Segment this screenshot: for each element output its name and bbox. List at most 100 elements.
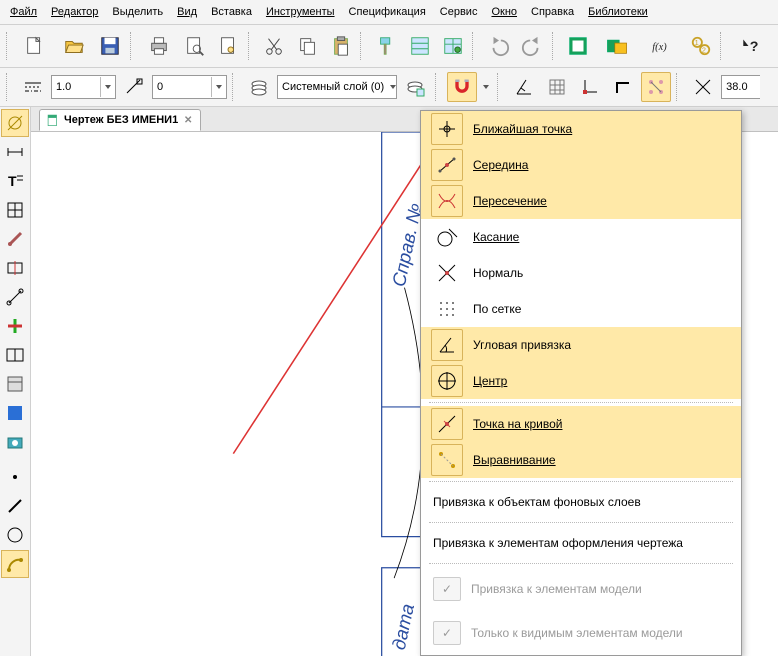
tool-plus[interactable] (1, 312, 29, 340)
svg-text:f(x): f(x) (652, 42, 667, 53)
preview-button[interactable] (180, 30, 211, 62)
toolbar-grip[interactable] (552, 32, 559, 60)
snap-normal[interactable]: Нормаль (421, 255, 741, 291)
sync-button[interactable]: 12 (685, 30, 716, 62)
offset-input[interactable] (153, 81, 211, 93)
tool-param[interactable] (1, 254, 29, 282)
menu-spec[interactable]: Спецификация (343, 4, 432, 20)
snap-tangent[interactable]: Касание (421, 219, 741, 255)
cut-button[interactable] (259, 30, 290, 62)
page-button[interactable] (213, 30, 244, 62)
print-button[interactable] (141, 30, 178, 62)
snap-alignment[interactable]: Выравнивание (421, 442, 741, 478)
toolbar-grip[interactable] (130, 32, 137, 60)
menu-view[interactable]: Вид (171, 4, 203, 20)
menu-service[interactable]: Сервис (434, 4, 484, 20)
toolbar-grip[interactable] (435, 73, 442, 101)
tool-point[interactable] (1, 463, 29, 491)
tool-blue[interactable] (1, 399, 29, 427)
grid-button[interactable] (542, 72, 572, 102)
snap-center[interactable]: Центр (421, 363, 741, 399)
copy-button[interactable] (292, 30, 323, 62)
tool-camera[interactable] (1, 428, 29, 456)
toolbar-grip[interactable] (720, 32, 727, 60)
fx-button[interactable]: f(x) (640, 30, 683, 62)
angle-input[interactable] (722, 81, 760, 93)
snap-dropdown-arrow[interactable] (480, 85, 492, 89)
offset-combo[interactable] (152, 75, 227, 99)
toolbar-grip[interactable] (6, 32, 13, 60)
menu-tools[interactable]: Инструменты (260, 4, 341, 20)
snap-angular[interactable]: Угловая привязка (421, 327, 741, 363)
tool-edit[interactable] (1, 225, 29, 253)
snap-nearest[interactable]: Ближайшая точка (421, 111, 741, 147)
open-button[interactable] (56, 30, 93, 62)
angle-combo[interactable] (721, 75, 760, 99)
toolbar-grip[interactable] (497, 73, 504, 101)
tool-spec[interactable] (1, 341, 29, 369)
snap-grid-icon (431, 293, 463, 325)
tool-line[interactable] (1, 492, 29, 520)
linetype-button[interactable] (18, 72, 48, 102)
close-icon[interactable]: ✕ (182, 114, 194, 126)
properties-button[interactable] (404, 30, 435, 62)
ortho-button[interactable] (608, 72, 638, 102)
snap-tangent-icon (431, 221, 463, 253)
snap-point-on-curve[interactable]: Точка на кривой (421, 406, 741, 442)
save-button[interactable] (95, 30, 126, 62)
library-manager-button[interactable] (562, 30, 593, 62)
lineweight-input[interactable] (52, 81, 100, 93)
format-paint-button[interactable] (371, 30, 402, 62)
menu-help[interactable]: Справка (525, 4, 580, 20)
library-button[interactable] (596, 30, 639, 62)
new-button[interactable] (17, 30, 54, 62)
tool-report[interactable] (1, 370, 29, 398)
menu-edit[interactable]: Редактор (45, 4, 104, 20)
layer-combo[interactable]: Системный слой (0) (277, 75, 397, 99)
chevron-down-icon[interactable] (211, 77, 226, 97)
vars-button[interactable] (437, 30, 468, 62)
menu-select[interactable]: Выделить (106, 4, 169, 20)
perp-button[interactable] (509, 72, 539, 102)
tool-dimension[interactable] (1, 138, 29, 166)
redo-button[interactable] (516, 30, 547, 62)
tool-arc[interactable] (1, 550, 29, 578)
undo-button[interactable] (483, 30, 514, 62)
menu-window[interactable]: Окно (485, 4, 523, 20)
cross-button[interactable] (688, 72, 718, 102)
toolbar-grip[interactable] (360, 32, 367, 60)
snap-bg-layers[interactable]: Привязка к объектам фоновых слоев (421, 485, 741, 519)
toolbar-grip[interactable] (248, 32, 255, 60)
snap-toggle-button[interactable] (447, 72, 477, 102)
tool-measure[interactable] (1, 283, 29, 311)
toolbar-grip[interactable] (676, 73, 683, 101)
document-tab[interactable]: Чертеж БЕЗ ИМЕНИ1 ✕ (39, 109, 201, 131)
toolbar-grip[interactable] (232, 73, 239, 101)
snap-grid[interactable]: По сетке (421, 291, 741, 327)
tool-text[interactable]: T (1, 167, 29, 195)
toolbar-grip[interactable] (6, 73, 13, 101)
tool-circle[interactable] (1, 521, 29, 549)
chevron-down-icon[interactable] (390, 85, 396, 89)
layers-button[interactable] (244, 72, 274, 102)
layer-manager-button[interactable] (400, 72, 430, 102)
lineweight-combo[interactable] (51, 75, 116, 99)
paste-button[interactable] (325, 30, 356, 62)
toolbar-grip[interactable] (472, 32, 479, 60)
chevron-down-icon[interactable] (100, 77, 115, 97)
menu-file[interactable]: Файл (4, 4, 43, 20)
snap-intersection[interactable]: Пересечение (421, 183, 741, 219)
round-button[interactable] (641, 72, 671, 102)
tool-geometry[interactable] (1, 109, 29, 137)
help-button[interactable]: ? (731, 30, 774, 62)
style-toolbar: Системный слой (0) (0, 68, 778, 107)
snap-midpoint-label: Середина (473, 158, 528, 172)
snap-midpoint[interactable]: Середина (421, 147, 741, 183)
menu-libraries[interactable]: Библиотеки (582, 4, 654, 20)
snap-normal-icon (431, 257, 463, 289)
tool-table[interactable] (1, 196, 29, 224)
linestyle-button[interactable] (119, 72, 149, 102)
localcs-button[interactable] (575, 72, 605, 102)
menu-insert[interactable]: Вставка (205, 4, 258, 20)
snap-drafting[interactable]: Привязка к элементам оформления чертежа (421, 526, 741, 560)
